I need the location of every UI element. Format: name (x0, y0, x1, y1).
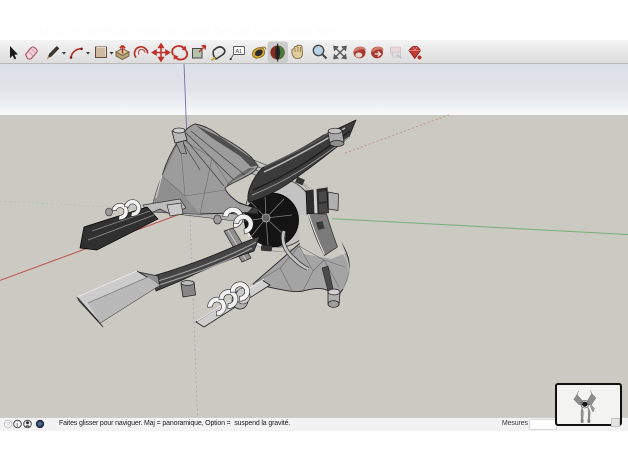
svg-text:?: ? (6, 422, 10, 429)
svg-text:A1: A1 (236, 49, 243, 55)
